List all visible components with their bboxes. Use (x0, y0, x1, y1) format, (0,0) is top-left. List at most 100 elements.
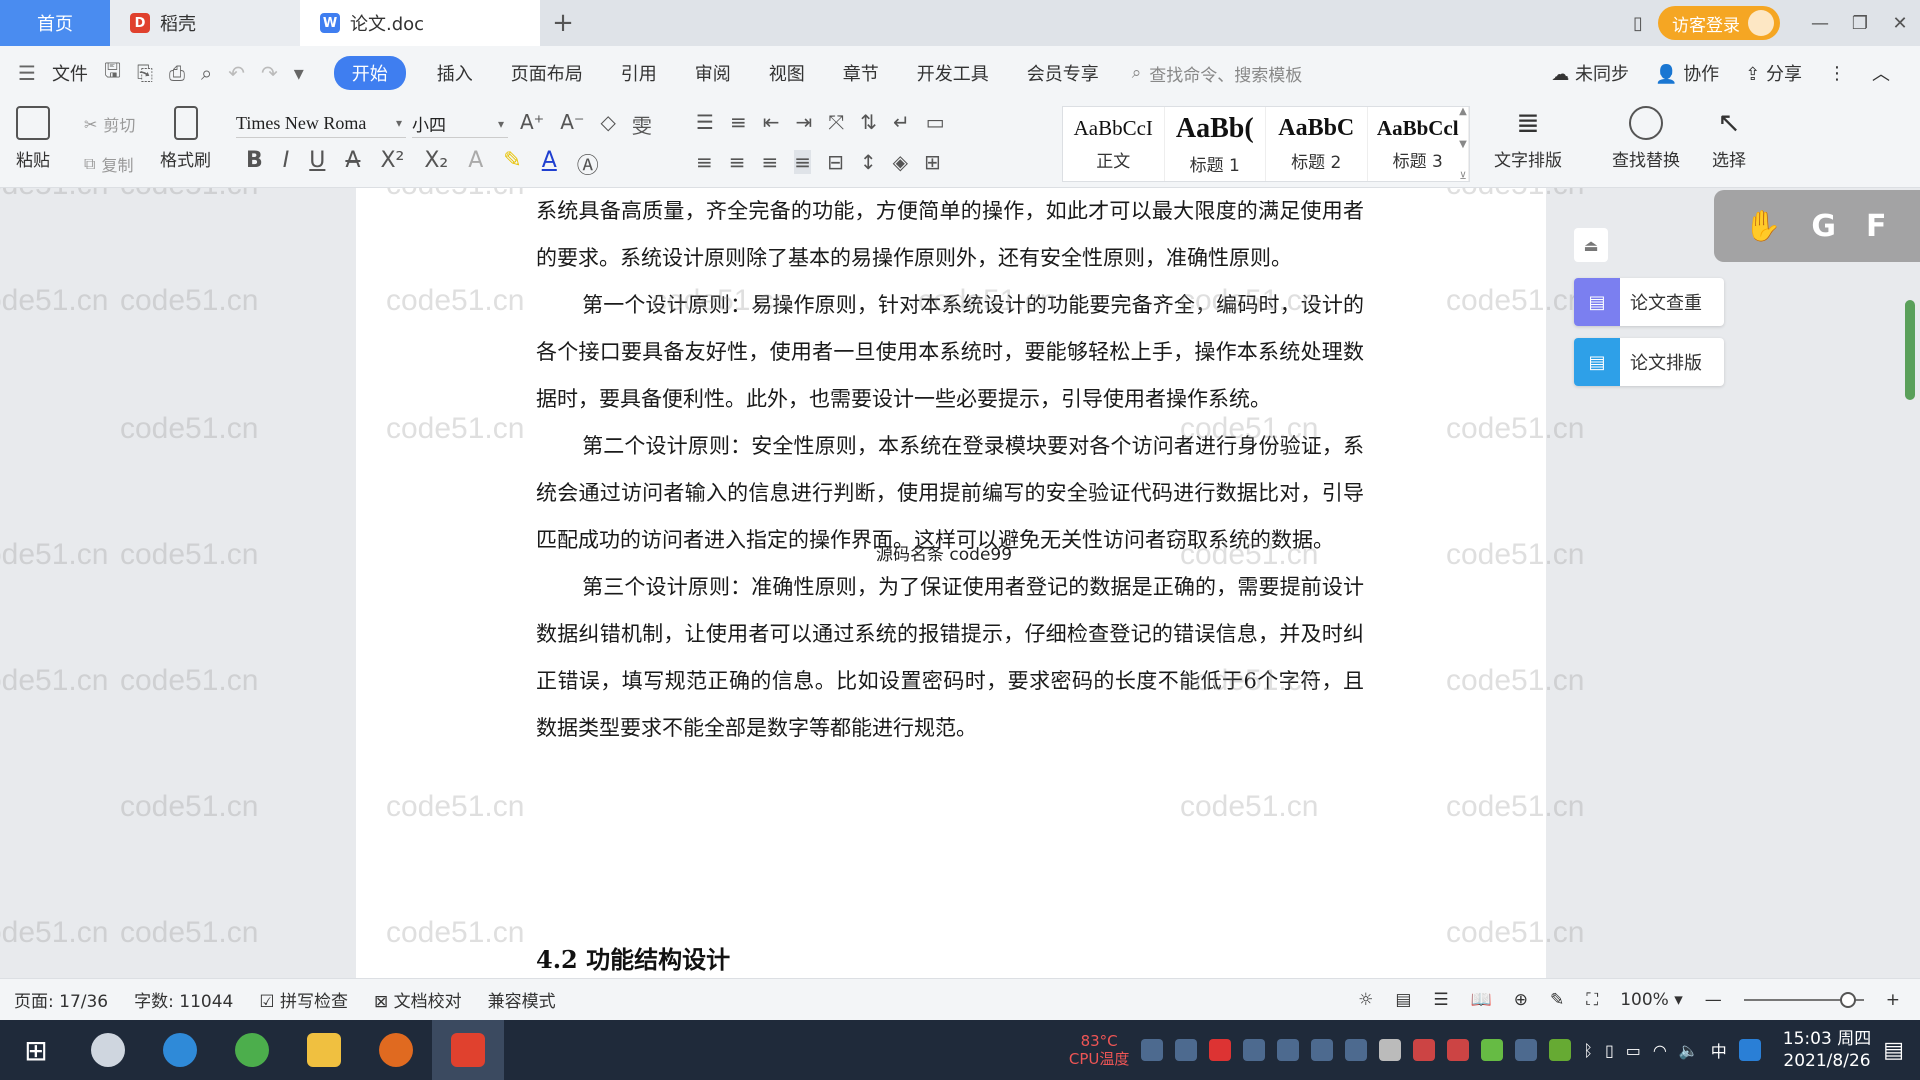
tab-document[interactable]: W 论文.doc (300, 0, 540, 46)
highlight-icon[interactable]: ✎ (503, 148, 521, 180)
menu-page-layout[interactable]: 页面布局 (492, 60, 602, 86)
align-right-icon[interactable]: ≡ (762, 150, 779, 174)
cut-button[interactable]: ✂ 剪切 (84, 112, 135, 136)
distribute-icon[interactable]: ⊟ (827, 150, 844, 174)
tray-icon[interactable] (1311, 1039, 1334, 1061)
find-replace-button[interactable]: 查找替换 (1612, 106, 1680, 171)
menu-member[interactable]: 会员专享 (1008, 60, 1118, 86)
menu-references[interactable]: 引用 (602, 60, 676, 86)
eye-protect-icon[interactable]: ☼ (1358, 990, 1373, 1010)
align-left-icon[interactable]: ≡ (696, 150, 713, 174)
float-g-button[interactable]: G (1811, 209, 1836, 244)
menu-developer[interactable]: 开发工具 (898, 60, 1008, 86)
numbering-icon[interactable]: ≡ (730, 110, 747, 134)
bluetooth-icon[interactable]: ᛒ (1583, 1041, 1593, 1060)
cpu-temp[interactable]: 83°C CPU温度 (1069, 1032, 1130, 1068)
nvidia-icon[interactable] (1549, 1039, 1572, 1061)
tray-icon[interactable] (1209, 1039, 1232, 1061)
style-heading-1[interactable]: AaBb( 标题 1 (1165, 107, 1266, 181)
minimize-button[interactable]: — (1800, 0, 1840, 46)
tab-ruler-icon[interactable]: ▭ (926, 110, 945, 134)
char-border-icon[interactable]: Ⓐ (577, 148, 599, 180)
taskbar-app-fan[interactable] (72, 1020, 144, 1080)
vertical-scrollbar[interactable] (1905, 300, 1915, 400)
thesis-check-button[interactable]: ▤ 论文查重 (1574, 278, 1724, 326)
tray-icon[interactable] (1413, 1039, 1436, 1061)
print-preview-icon[interactable]: ⌕ (201, 61, 212, 85)
clock[interactable]: 15:03 周四 2021/8/26 (1783, 1028, 1871, 1072)
line-spacing-icon[interactable]: ↕ (860, 150, 877, 174)
clear-format-icon[interactable]: ◇ (601, 110, 616, 139)
tray-icon[interactable] (1447, 1039, 1470, 1061)
grow-font-icon[interactable]: A⁺ (520, 110, 544, 139)
hamburger-icon[interactable]: ☰ (18, 61, 36, 85)
bell-icon[interactable] (1379, 1039, 1402, 1061)
command-search[interactable]: ⌕ 查找命令、搜索模板 (1132, 61, 1303, 86)
shrink-font-icon[interactable]: A⁻ (560, 110, 584, 139)
subscript-icon[interactable]: X₂ (424, 148, 448, 180)
zoom-slider-handle[interactable] (1839, 991, 1856, 1008)
visitor-login-button[interactable]: 访客登录 (1658, 6, 1780, 40)
align-center-icon[interactable]: ≡ (729, 150, 746, 174)
shield-icon[interactable] (1345, 1039, 1368, 1061)
notification-icon[interactable]: ▤ (1883, 1038, 1904, 1063)
tray-icon[interactable] (1175, 1039, 1198, 1061)
menu-file[interactable]: 文件 (52, 60, 88, 86)
close-button[interactable]: ✕ (1880, 0, 1920, 46)
menu-review[interactable]: 审阅 (676, 60, 750, 86)
zoom-in-icon[interactable]: + (1886, 990, 1900, 1010)
redo-icon[interactable]: ↷ (261, 61, 278, 85)
zoom-slider[interactable] (1743, 991, 1864, 1008)
share-button[interactable]: ⇪ 分享 (1745, 60, 1802, 86)
page-view-icon[interactable]: ▤ (1395, 990, 1411, 1010)
taskbar-app-recorder[interactable] (360, 1020, 432, 1080)
zoom-out-icon[interactable]: — (1705, 990, 1722, 1010)
save-icon[interactable]: 🖫 (104, 56, 121, 90)
menu-view[interactable]: 视图 (750, 60, 824, 86)
tab-home[interactable]: 首页 (0, 0, 110, 46)
font-family-select[interactable]: Times New Roma ▾ (236, 110, 406, 138)
menu-start[interactable]: 开始 (333, 56, 406, 90)
hand-icon[interactable]: ✋ (1744, 209, 1781, 244)
usb-icon[interactable]: ▯ (1605, 1041, 1614, 1060)
font-color-icon[interactable]: A (542, 148, 557, 180)
float-f-button[interactable]: F (1866, 209, 1887, 244)
battery-icon[interactable]: ▭ (1626, 1041, 1641, 1060)
style-heading-2[interactable]: AaBbC 标题 2 (1266, 107, 1368, 181)
tray-icon[interactable] (1277, 1039, 1300, 1061)
menu-insert[interactable]: 插入 (418, 60, 492, 86)
increase-indent-icon[interactable]: ⇥ (795, 110, 812, 134)
taskbar-app-browser[interactable] (216, 1020, 288, 1080)
text-effect-icon[interactable]: A (468, 148, 483, 180)
undo-icon[interactable]: ↶ (228, 61, 245, 85)
reading-view-icon[interactable]: 📖 (1471, 990, 1492, 1010)
customize-icon[interactable]: ▾ (294, 61, 304, 85)
collapse-ribbon-icon[interactable]: ︿ (1872, 60, 1890, 86)
paste-button[interactable]: 粘贴 (16, 106, 50, 171)
new-tab-button[interactable]: + (540, 0, 586, 46)
show-marks-icon[interactable]: ↵ (893, 110, 910, 134)
qq-icon[interactable] (1738, 1039, 1761, 1061)
tab-daoke[interactable]: D 稻壳 (110, 0, 300, 46)
style-normal[interactable]: AaBbCcI 正文 (1063, 107, 1165, 181)
fit-page-icon[interactable]: ⛶ (1586, 990, 1598, 1010)
volume-icon[interactable]: 🔈 (1679, 1041, 1699, 1060)
text-layout-button[interactable]: ≣ 文字排版 (1494, 106, 1562, 171)
menu-chapter[interactable]: 章节 (824, 60, 898, 86)
taskbar-app-explorer[interactable] (288, 1020, 360, 1080)
sync-button[interactable]: ☁ 未同步 (1551, 60, 1629, 86)
justify-icon[interactable]: ≡ (794, 150, 812, 174)
tray-icon[interactable] (1481, 1039, 1504, 1061)
page-indicator[interactable]: 页面: 17/36 (14, 987, 108, 1012)
taskbar-app-wps[interactable] (432, 1020, 504, 1080)
start-button[interactable]: ⊞ (0, 1020, 72, 1080)
format-painter-button[interactable]: 格式刷 (160, 106, 211, 171)
collab-button[interactable]: 👤 协作 (1655, 60, 1719, 86)
spell-check-button[interactable]: ☑ 拼写检查 (259, 987, 348, 1012)
print-icon[interactable]: ⎙ (169, 61, 185, 85)
outline-view-icon[interactable]: ☰ (1433, 990, 1448, 1010)
tray-icon[interactable] (1243, 1039, 1266, 1061)
borders-icon[interactable]: ⊞ (924, 150, 941, 174)
chinese-layout-icon[interactable]: ⤧ (828, 110, 844, 134)
strikethrough-icon[interactable]: A (345, 148, 360, 180)
